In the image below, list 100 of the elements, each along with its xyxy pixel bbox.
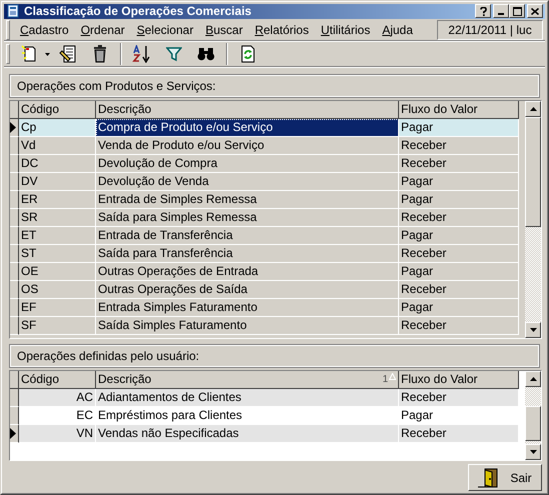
current-row-icon	[10, 428, 16, 439]
row-indicator-header	[10, 371, 19, 389]
row-indicator[interactable]	[10, 281, 19, 299]
refresh-document-icon	[240, 45, 256, 64]
table-cell: Devolução de Venda	[96, 173, 399, 191]
table-cell: Receber	[399, 389, 519, 407]
sort-triangle-icon	[389, 373, 396, 380]
table-cell: Receber	[399, 155, 519, 173]
table-row[interactable]: SR Saída para Simples Remessa Receber	[10, 209, 519, 227]
menu-item[interactable]: Relatórios	[248, 22, 315, 37]
table-row[interactable]: Vd Venda de Produto e/ou Serviço Receber	[10, 137, 519, 155]
column-header[interactable]: Descrição 1	[96, 371, 399, 389]
column-header-label: Código	[21, 372, 60, 386]
table-row[interactable]: DC Devolução de Compra Receber	[10, 155, 519, 173]
column-header-label: Fluxo do Valor	[401, 372, 478, 386]
menu-item[interactable]: Buscar	[199, 22, 249, 37]
window-title: Classificação de Operações Comerciais	[24, 4, 252, 18]
exit-button[interactable]: Sair	[468, 464, 542, 491]
row-indicator[interactable]	[10, 137, 19, 155]
menu-item[interactable]: Selecionar	[130, 22, 200, 37]
table-cell: Cp	[19, 119, 96, 137]
table-cell: Devolução de Compra	[96, 155, 399, 173]
scrollbar[interactable]	[525, 371, 541, 460]
table-cell: OE	[19, 263, 96, 281]
menu-item[interactable]: Ordenar	[74, 22, 131, 37]
table-cell: OS	[19, 281, 96, 299]
table-row[interactable]: ER Entrada de Simples Remessa Pagar	[10, 191, 519, 209]
binoculars-icon	[197, 47, 215, 62]
row-indicator[interactable]	[10, 425, 19, 443]
scrollbar[interactable]	[525, 101, 541, 338]
table-row[interactable]: VN Vendas não Especificadas Receber	[10, 425, 519, 443]
table-row[interactable]: ET Entrada de Transferência Pagar	[10, 227, 519, 245]
table-cell: Receber	[399, 281, 519, 299]
row-indicator[interactable]	[10, 191, 19, 209]
help-button[interactable]	[475, 4, 491, 18]
table-cell: ER	[19, 191, 96, 209]
table-cell: Receber	[399, 137, 519, 155]
table-row[interactable]: OS Outras Operações de Saída Receber	[10, 281, 519, 299]
table-row[interactable]: OE Outras Operações de Entrada Pagar	[10, 263, 519, 281]
panel-title: Operações definidas pelo usuário:	[10, 345, 539, 367]
row-indicator[interactable]	[10, 155, 19, 173]
trash-icon	[92, 45, 108, 64]
table-row[interactable]: EF Entrada Simples Faturamento Pagar	[10, 299, 519, 317]
table-cell: Entrada Simples Faturamento	[96, 299, 399, 317]
row-indicator[interactable]	[10, 245, 19, 263]
caret-icon	[44, 52, 50, 56]
row-indicator[interactable]	[10, 407, 19, 425]
table-row[interactable]: DV Devolução de Venda Pagar	[10, 173, 519, 191]
column-header[interactable]: Código	[19, 101, 96, 119]
minimize-button[interactable]	[493, 4, 509, 18]
row-indicator[interactable]	[10, 389, 19, 407]
table-row[interactable]: EC Empréstimos para Clientes Pagar	[10, 407, 519, 425]
table-cell: Pagar	[399, 227, 519, 245]
menu-item[interactable]: Utilitários	[314, 22, 376, 37]
table-row[interactable]: ST Saída para Transferência Receber	[10, 245, 519, 263]
column-header-label: Fluxo do Valor	[401, 102, 478, 116]
maximize-button[interactable]	[509, 4, 525, 18]
column-header[interactable]: Fluxo do Valor	[399, 101, 519, 119]
session-info: 22/11/2011 | luc	[437, 20, 543, 40]
table-cell: ST	[19, 245, 96, 263]
scroll-down-icon	[530, 450, 536, 454]
table-cell: Vd	[19, 137, 96, 155]
row-indicator[interactable]	[10, 317, 19, 335]
row-indicator[interactable]	[10, 173, 19, 191]
table-cell: Compra de Produto e/ou Serviço	[96, 119, 399, 137]
table-cell: Entrada de Simples Remessa	[96, 191, 399, 209]
table-cell: SF	[19, 317, 96, 335]
row-indicator[interactable]	[10, 263, 19, 281]
table-cell: Outras Operações de Entrada	[96, 263, 399, 281]
table-row[interactable]: SF Saída Simples Faturamento Receber	[10, 317, 519, 335]
door-icon	[478, 468, 500, 488]
row-indicator[interactable]	[10, 209, 19, 227]
column-header[interactable]: Código	[19, 371, 96, 389]
table-cell: Pagar	[399, 299, 519, 317]
scroll-down-icon	[530, 328, 536, 332]
column-header[interactable]: Fluxo do Valor	[399, 371, 519, 389]
table-cell: Receber	[399, 317, 519, 335]
table-cell: Adiantamentos de Clientes	[96, 389, 399, 407]
table-cell: Saída para Simples Remessa	[96, 209, 399, 227]
table-cell: Outras Operações de Saída	[96, 281, 399, 299]
close-icon	[531, 8, 539, 15]
edit-document-icon	[59, 45, 77, 64]
menu-item[interactable]: Ajuda	[376, 22, 419, 37]
column-header[interactable]: Descrição	[96, 101, 399, 119]
row-indicator[interactable]	[10, 299, 19, 317]
scroll-up-icon	[530, 377, 536, 381]
help-icon	[480, 6, 486, 16]
row-indicator[interactable]	[10, 227, 19, 245]
table-row[interactable]: AC Adiantamentos de Clientes Receber	[10, 389, 519, 407]
close-button[interactable]	[527, 4, 543, 18]
column-header-label: Descrição	[98, 102, 152, 116]
table-cell: DC	[19, 155, 96, 173]
row-indicator[interactable]	[10, 119, 19, 137]
sort-az-icon	[132, 45, 152, 64]
menu-item[interactable]: Cadastro	[14, 22, 75, 37]
app-icon	[6, 4, 20, 18]
table-row[interactable]: Cp Compra de Produto e/ou Serviço Pagar	[10, 119, 519, 137]
table-cell: DV	[19, 173, 96, 191]
column-header-label: Código	[21, 102, 60, 116]
table-cell: EF	[19, 299, 96, 317]
